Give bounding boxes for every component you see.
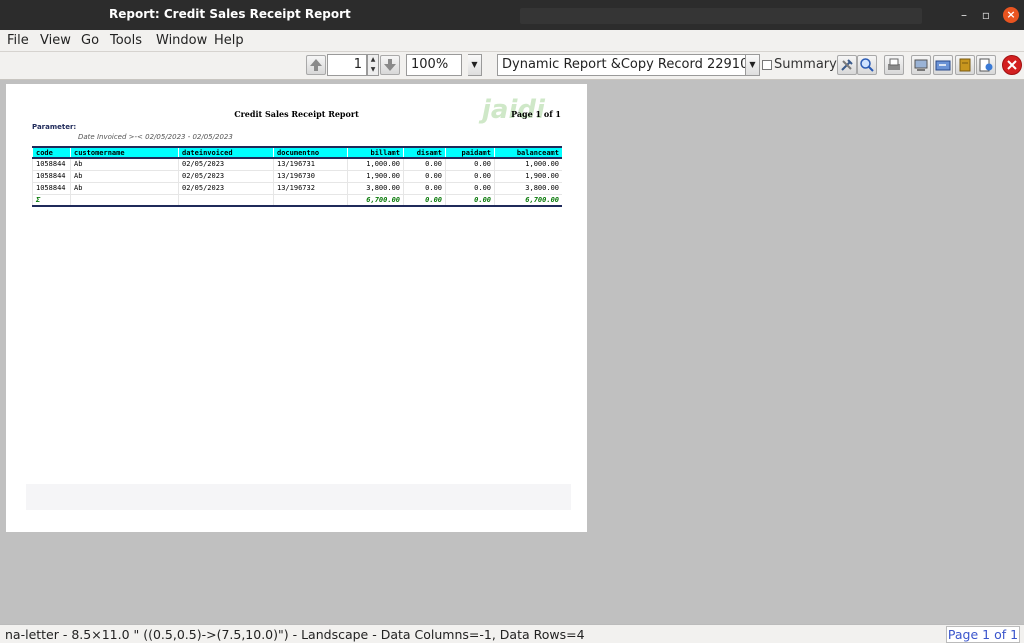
report-page: jaidi Credit Sales Receipt Report Page 1… [6, 84, 587, 532]
status-bar: na-letter - 8.5×11.0 " ((0.5,0.5)->(7.5,… [0, 624, 1024, 643]
report-footer [26, 484, 571, 510]
previous-page-button[interactable] [306, 55, 326, 75]
table-cell: 3,800.00 [347, 182, 404, 195]
titlebar-track [520, 8, 922, 24]
table-row[interactable]: 1058844 Ab 02/05/2023 13/196731 1,000.00… [32, 158, 562, 171]
page-number-input[interactable]: 1 [327, 54, 367, 76]
column-header[interactable]: billamt [347, 146, 404, 159]
parameter-value: Date Invoiced >-< 02/05/2023 - 02/05/202… [78, 133, 233, 141]
table-cell [70, 193, 179, 207]
table-cell: 0.00 [445, 182, 495, 195]
table-cell: 1,900.00 [494, 170, 562, 183]
totals-row: Σ 6,700.00 0.00 0.00 6,700.00 [32, 193, 562, 207]
document-icon [979, 58, 993, 72]
table-cell: 1,000.00 [494, 158, 562, 171]
report-dropdown-icon[interactable]: ▼ [746, 54, 760, 76]
close-report-button[interactable] [1002, 55, 1022, 75]
menu-view[interactable]: View [40, 33, 71, 48]
table-cell: 0.00 [445, 170, 495, 183]
magnifier-icon [860, 58, 874, 72]
zoom-across-button[interactable] [976, 55, 996, 75]
table-cell: 3,800.00 [494, 182, 562, 195]
window-titlebar: Report: Credit Sales Receipt Report – ▫ … [0, 0, 1024, 30]
menu-bar: File View Go Tools Window Help [0, 30, 1024, 52]
table-cell: 02/05/2023 [178, 182, 274, 195]
column-header[interactable]: documentno [273, 146, 348, 159]
tools-icon [841, 59, 853, 71]
menu-tools[interactable]: Tools [110, 33, 142, 48]
maximize-icon[interactable]: ▫ [978, 7, 994, 23]
table-cell: 1,000.00 [347, 158, 404, 171]
report-page-indicator: Page 1 of 1 [511, 109, 561, 119]
table-cell: 02/05/2023 [178, 158, 274, 171]
status-text: na-letter - 8.5×11.0 " ((0.5,0.5)->(7.5,… [5, 627, 585, 642]
report-toolbar: 1 ▲ ▼ 100% ▼ Dynamic Report &Copy Record … [0, 52, 1024, 80]
summary-checkbox[interactable]: Summary [762, 57, 837, 72]
column-header[interactable]: code [32, 146, 71, 159]
export-icon [935, 60, 951, 71]
column-header[interactable]: disamt [403, 146, 446, 159]
report-select[interactable]: Dynamic Report &Copy Record 2291032 [497, 54, 746, 76]
table-cell: Ab [70, 182, 179, 195]
table-cell: 0.00 [403, 158, 446, 171]
arrow-down-icon [384, 59, 396, 71]
send-mail-button[interactable] [911, 55, 931, 75]
table-cell: Ab [70, 158, 179, 171]
table-cell: 02/05/2023 [178, 170, 274, 183]
print-button[interactable] [884, 55, 904, 75]
table-cell: 1058844 [32, 182, 71, 195]
table-row[interactable]: 1058844 Ab 02/05/2023 13/196730 1,900.00… [32, 170, 562, 183]
sum-symbol: Σ [32, 193, 71, 207]
export-button[interactable] [933, 55, 953, 75]
zoom-select[interactable]: 100% [406, 54, 462, 76]
table-cell: 0.00 [403, 182, 446, 195]
zoom-dropdown-icon[interactable]: ▼ [468, 54, 482, 76]
menu-go[interactable]: Go [81, 33, 99, 48]
total-cell: 6,700.00 [347, 193, 404, 207]
window-title: Report: Credit Sales Receipt Report [109, 7, 351, 21]
column-header[interactable]: customername [70, 146, 179, 159]
table-cell: 13/196730 [273, 170, 348, 183]
report-title: Credit Sales Receipt Report [234, 109, 359, 119]
menu-window[interactable]: Window [156, 33, 207, 48]
arrow-up-icon [310, 59, 322, 71]
table-cell: 13/196731 [273, 158, 348, 171]
column-header[interactable]: dateinvoiced [178, 146, 274, 159]
menu-file[interactable]: File [7, 33, 29, 48]
table-cell: 1058844 [32, 170, 71, 183]
table-row[interactable]: 1058844 Ab 02/05/2023 13/196732 3,800.00… [32, 182, 562, 195]
table-cell [178, 193, 274, 207]
column-header[interactable]: balanceamt [494, 146, 562, 159]
table-cell: 0.00 [445, 158, 495, 171]
close-icon [1007, 60, 1017, 70]
close-icon[interactable]: × [1003, 7, 1019, 23]
menu-help[interactable]: Help [214, 33, 244, 48]
table-cell [273, 193, 348, 207]
column-header[interactable]: paidamt [445, 146, 495, 159]
table-header-row: code customername dateinvoiced documentn… [32, 146, 562, 159]
customize-button[interactable] [837, 55, 857, 75]
page-spinner[interactable]: ▲ ▼ [367, 54, 379, 76]
printer-icon [888, 58, 900, 70]
table-cell: 1058844 [32, 158, 71, 171]
next-page-button[interactable] [380, 55, 400, 75]
parameter-label: Parameter: [32, 123, 77, 131]
checkbox-icon[interactable] [762, 59, 772, 70]
total-cell: 6,700.00 [494, 193, 562, 207]
minimize-icon[interactable]: – [956, 7, 972, 23]
total-cell: 0.00 [403, 193, 446, 207]
table-cell: 1,900.00 [347, 170, 404, 183]
computer-mail-icon [914, 59, 928, 71]
find-button[interactable] [857, 55, 877, 75]
table-cell: 13/196732 [273, 182, 348, 195]
total-cell: 0.00 [445, 193, 495, 207]
report-table: code customername dateinvoiced documentn… [32, 146, 562, 207]
table-cell: 0.00 [403, 170, 446, 183]
status-page: Page 1 of 1 [946, 626, 1020, 643]
table-cell: Ab [70, 170, 179, 183]
archive-icon [959, 58, 971, 72]
summary-label: Summary [774, 57, 837, 72]
archive-button[interactable] [955, 55, 975, 75]
